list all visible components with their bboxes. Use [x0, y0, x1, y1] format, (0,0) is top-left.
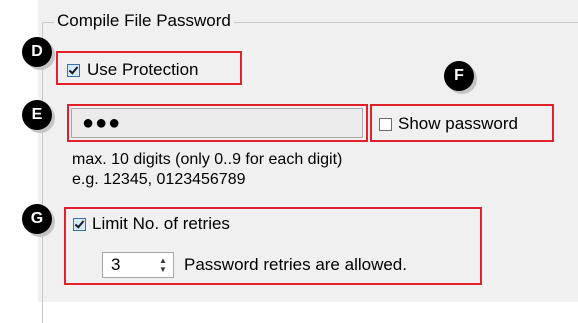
- highlight-f: [370, 104, 554, 142]
- highlight-g: [64, 207, 482, 285]
- hint-line-2: e.g. 12345, 0123456789: [72, 171, 246, 188]
- highlight-e: [67, 104, 368, 142]
- marker-e-icon: E: [22, 100, 52, 130]
- highlight-d: [56, 51, 242, 85]
- marker-d-icon: D: [22, 37, 52, 67]
- hint-line-1: max. 10 digits (only 0..9 for each digit…: [72, 151, 343, 168]
- marker-g-icon: G: [22, 204, 52, 234]
- group-title: Compile File Password: [54, 10, 234, 32]
- marker-f-icon: F: [444, 61, 474, 91]
